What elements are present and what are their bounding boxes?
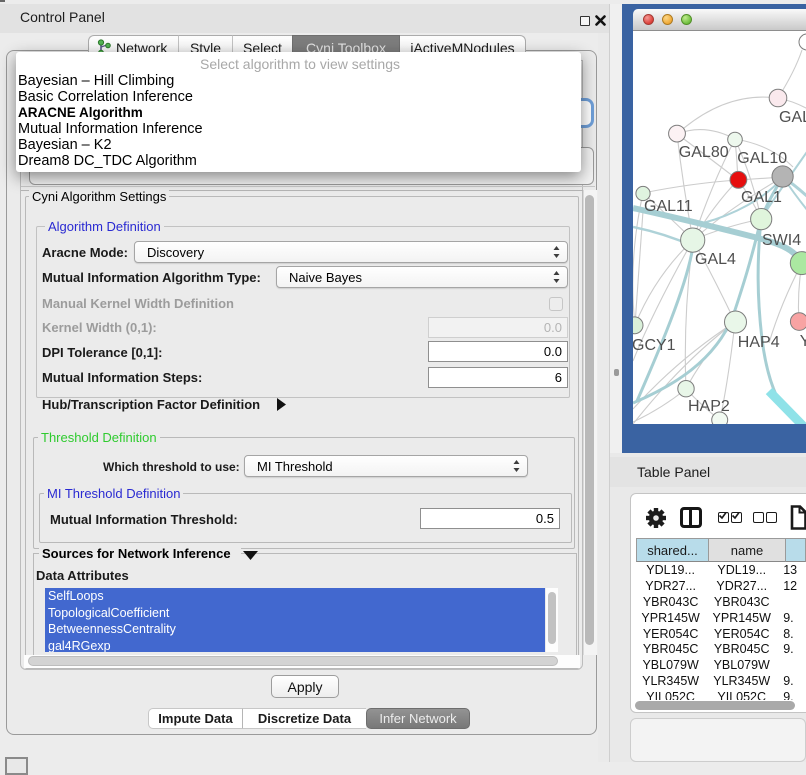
svg-text:GAL: GAL	[779, 109, 806, 126]
svg-text:SWI4: SWI4	[762, 232, 801, 249]
svg-text:GAL10: GAL10	[737, 150, 787, 167]
svg-text:GAL1: GAL1	[741, 189, 782, 206]
svg-text:Y: Y	[800, 333, 806, 350]
svg-text:GAL80: GAL80	[679, 144, 729, 161]
svg-text:GAL11: GAL11	[644, 198, 693, 215]
svg-text:HAP4: HAP4	[738, 334, 780, 351]
svg-text:HAP2: HAP2	[688, 398, 730, 415]
svg-text:GCY1: GCY1	[633, 337, 676, 354]
svg-text:GAL4: GAL4	[695, 251, 736, 268]
